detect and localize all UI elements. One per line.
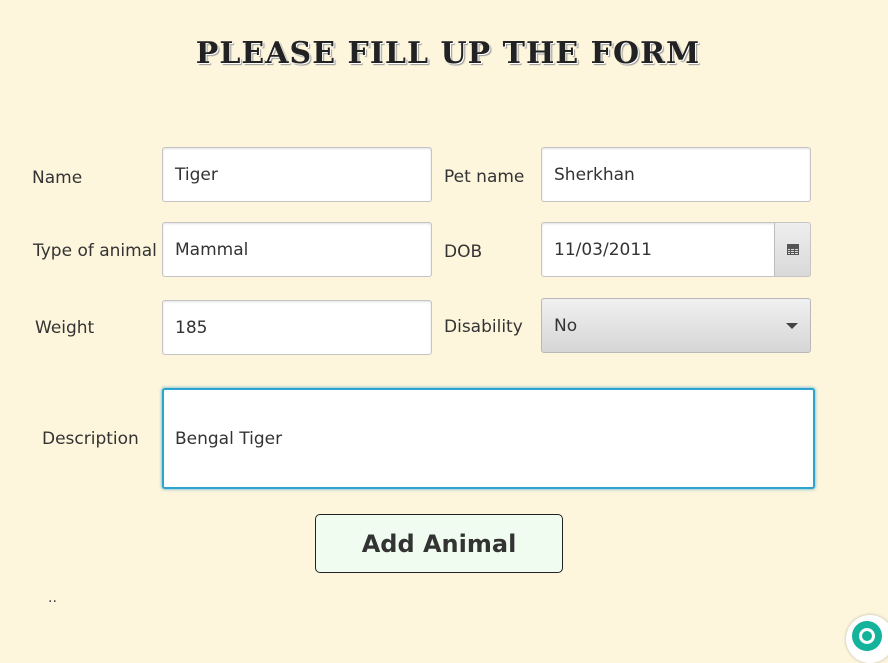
name-field[interactable]: Tiger [162, 147, 432, 202]
pet-name-field[interactable]: Sherkhan [541, 147, 811, 202]
description-field[interactable]: Bengal Tiger [162, 388, 815, 489]
name-label: Name [32, 168, 83, 188]
disability-selected-value: No [554, 315, 578, 336]
page-title: PLEASE FILL UP THE FORM [195, 36, 701, 71]
weight-label: Weight [35, 318, 95, 338]
weight-field[interactable]: 185 [162, 300, 432, 355]
disability-label: Disability [444, 317, 523, 337]
pet-name-label: Pet name [444, 167, 525, 187]
status-text: .. [48, 590, 57, 606]
description-label: Description [42, 429, 139, 449]
date-picker-button[interactable] [774, 222, 811, 277]
type-of-animal-field[interactable]: Mammal [162, 222, 432, 277]
add-animal-button[interactable]: Add Animal [315, 514, 563, 573]
assistant-button[interactable] [846, 615, 888, 663]
dob-field[interactable]: 11/03/2011 [541, 222, 776, 277]
calendar-icon [786, 244, 799, 255]
type-of-animal-label: Type of animal [33, 241, 157, 261]
chevron-down-icon [786, 322, 798, 329]
assistant-icon [852, 621, 882, 651]
disability-select[interactable]: No [541, 298, 811, 353]
dob-label: DOB [444, 242, 483, 262]
